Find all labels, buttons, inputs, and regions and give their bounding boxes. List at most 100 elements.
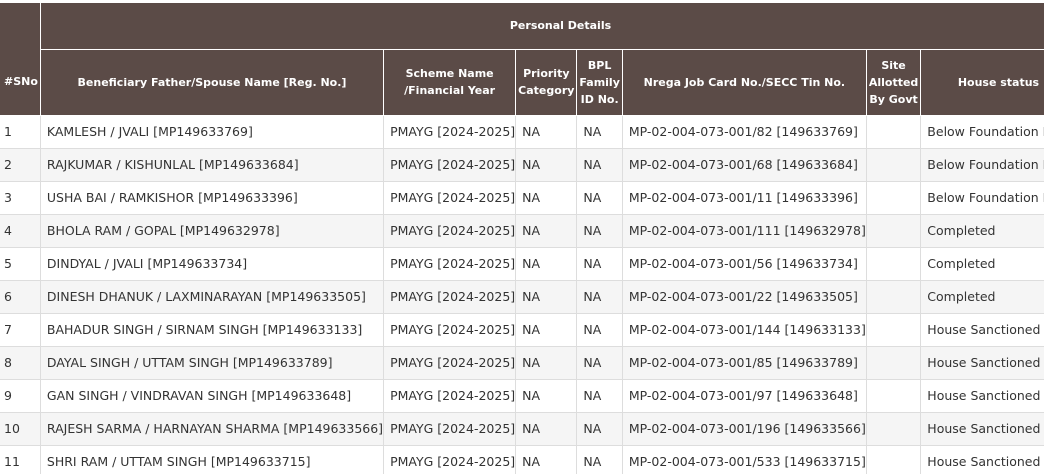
table-row[interactable]: 3 USHA BAI / RAMKISHOR [MP149633396] PMAYG… — [0, 181, 1044, 215]
table-row[interactable]: 4 BHOLA RAM / GOPAL [MP149632978] PMAYG [2… — [0, 214, 1044, 248]
cell-jobcard: MP-02-004-073-001/85 [149633789] — [622, 346, 867, 380]
table-header: Personal Details #SNo Beneficiary Father… — [0, 3, 1044, 116]
col-header-sno[interactable]: #SNo — [0, 49, 41, 116]
cell-scheme: PMAYG [2024-2025] — [383, 412, 517, 446]
cell-bpl: NA — [576, 379, 623, 413]
group-header-row: Personal Details — [0, 3, 1044, 50]
personal-details-header: Personal Details — [40, 3, 1044, 50]
cell-bpl: NA — [576, 280, 623, 314]
cell-scheme: PMAYG [2024-2025] — [383, 346, 517, 380]
cell-status: House Sanctioned — [920, 379, 1044, 413]
cell-priority: NA — [515, 379, 578, 413]
cell-beneficiary: KAMLESH / JVALI [MP149633769] — [40, 115, 385, 149]
cell-sno: 6 — [0, 280, 41, 314]
cell-priority: NA — [515, 247, 578, 281]
cell-status: House Sanctioned — [920, 445, 1044, 474]
cell-scheme: PMAYG [2024-2025] — [383, 115, 517, 149]
table-body: 1 KAMLESH / JVALI [MP149633769] PMAYG [202… — [0, 115, 1044, 474]
table-row[interactable]: 2 RAJKUMAR / KISHUNLAL [MP149633684] PMAYG… — [0, 148, 1044, 182]
cell-beneficiary: DINDYAL / JVALI [MP149633734] — [40, 247, 385, 281]
cell-site — [866, 115, 922, 149]
cell-site — [866, 214, 922, 248]
col-header-status[interactable]: House status — [920, 49, 1044, 116]
cell-status: Completed — [920, 280, 1044, 314]
cell-site — [866, 247, 922, 281]
cell-priority: NA — [515, 115, 578, 149]
beneficiary-table: Personal Details #SNo Beneficiary Father… — [0, 3, 1044, 474]
cell-jobcard: MP-02-004-073-001/97 [149633648] — [622, 379, 867, 413]
table-row[interactable]: 9 GAN SINGH / VINDRAVAN SINGH [MP14963364… — [0, 379, 1044, 413]
cell-priority: NA — [515, 280, 578, 314]
cell-scheme: PMAYG [2024-2025] — [383, 214, 517, 248]
col-header-bpl[interactable]: BPL Family ID No. — [576, 49, 623, 116]
cell-bpl: NA — [576, 445, 623, 474]
cell-jobcard: MP-02-004-073-001/196 [149633566] — [622, 412, 867, 446]
cell-scheme: PMAYG [2024-2025] — [383, 379, 517, 413]
cell-bpl: NA — [576, 346, 623, 380]
cell-site — [866, 313, 922, 347]
col-header-priority[interactable]: Priority Category — [515, 49, 578, 116]
col-header-beneficiary[interactable]: Beneficiary Father/Spouse Name [Reg. No.… — [40, 49, 385, 116]
column-header-row: #SNo Beneficiary Father/Spouse Name [Reg… — [0, 49, 1044, 116]
cell-jobcard: MP-02-004-073-001/111 [149632978] — [622, 214, 867, 248]
cell-site — [866, 346, 922, 380]
cell-bpl: NA — [576, 247, 623, 281]
cell-jobcard: MP-02-004-073-001/56 [149633734] — [622, 247, 867, 281]
cell-jobcard: MP-02-004-073-001/144 [149633133] — [622, 313, 867, 347]
cell-scheme: PMAYG [2024-2025] — [383, 280, 517, 314]
cell-scheme: PMAYG [2024-2025] — [383, 148, 517, 182]
cell-beneficiary: GAN SINGH / VINDRAVAN SINGH [MP149633648… — [40, 379, 385, 413]
cell-beneficiary: DAYAL SINGH / UTTAM SINGH [MP149633789] — [40, 346, 385, 380]
cell-status: Below Foundation Level — [920, 148, 1044, 182]
cell-beneficiary: USHA BAI / RAMKISHOR [MP149633396] — [40, 181, 385, 215]
table-row[interactable]: 8 DAYAL SINGH / UTTAM SINGH [MP149633789]… — [0, 346, 1044, 380]
cell-jobcard: MP-02-004-073-001/82 [149633769] — [622, 115, 867, 149]
table-row[interactable]: 6 DINESH DHANUK / LAXMINARAYAN [MP1496335… — [0, 280, 1044, 314]
cell-site — [866, 412, 922, 446]
cell-beneficiary: DINESH DHANUK / LAXMINARAYAN [MP14963350… — [40, 280, 385, 314]
col-header-site[interactable]: Site Allotted By Govt — [866, 49, 922, 116]
cell-scheme: PMAYG [2024-2025] — [383, 445, 517, 474]
cell-sno: 7 — [0, 313, 41, 347]
table-row[interactable]: 7 BAHADUR SINGH / SIRNAM SINGH [MP1496331… — [0, 313, 1044, 347]
cell-bpl: NA — [576, 181, 623, 215]
cell-priority: NA — [515, 148, 578, 182]
col-header-scheme[interactable]: Scheme Name /Financial Year — [383, 49, 517, 116]
cell-status: Completed — [920, 247, 1044, 281]
cell-priority: NA — [515, 313, 578, 347]
cell-sno: 11 — [0, 445, 41, 474]
table-row[interactable]: 10 RAJESH SARMA / HARNAYAN SHARMA [MP1496… — [0, 412, 1044, 446]
cell-scheme: PMAYG [2024-2025] — [383, 247, 517, 281]
cell-status: Completed — [920, 214, 1044, 248]
cell-bpl: NA — [576, 214, 623, 248]
cell-site — [866, 379, 922, 413]
cell-jobcard: MP-02-004-073-001/11 [149633396] — [622, 181, 867, 215]
cell-beneficiary: BAHADUR SINGH / SIRNAM SINGH [MP14963313… — [40, 313, 385, 347]
table-row[interactable]: 5 DINDYAL / JVALI [MP149633734] PMAYG [202… — [0, 247, 1044, 281]
cell-sno: 2 — [0, 148, 41, 182]
cell-sno: 9 — [0, 379, 41, 413]
cell-sno: 1 — [0, 115, 41, 149]
cell-priority: NA — [515, 445, 578, 474]
cell-site — [866, 445, 922, 474]
cell-status: House Sanctioned — [920, 346, 1044, 380]
cell-priority: NA — [515, 346, 578, 380]
cell-priority: NA — [515, 214, 578, 248]
cell-sno: 3 — [0, 181, 41, 215]
cell-beneficiary: RAJESH SARMA / HARNAYAN SHARMA [MP149633… — [40, 412, 385, 446]
table-row[interactable]: 1 KAMLESH / JVALI [MP149633769] PMAYG [202… — [0, 115, 1044, 149]
cell-scheme: PMAYG [2024-2025] — [383, 181, 517, 215]
cell-site — [866, 148, 922, 182]
cell-priority: NA — [515, 181, 578, 215]
cell-status: Below Foundation Level — [920, 181, 1044, 215]
cell-jobcard: MP-02-004-073-001/68 [149633684] — [622, 148, 867, 182]
cell-site — [866, 181, 922, 215]
cell-site — [866, 280, 922, 314]
cell-bpl: NA — [576, 313, 623, 347]
cell-sno: 8 — [0, 346, 41, 380]
cell-bpl: NA — [576, 115, 623, 149]
table-row[interactable]: 11 SHRI RAM / UTTAM SINGH [MP149633715] PM… — [0, 445, 1044, 474]
col-header-jobcard[interactable]: Nrega Job Card No./SECC Tin No. — [622, 49, 867, 116]
cell-jobcard: MP-02-004-073-001/533 [149633715] — [622, 445, 867, 474]
beneficiary-report: Personal Details #SNo Beneficiary Father… — [0, 0, 1044, 474]
